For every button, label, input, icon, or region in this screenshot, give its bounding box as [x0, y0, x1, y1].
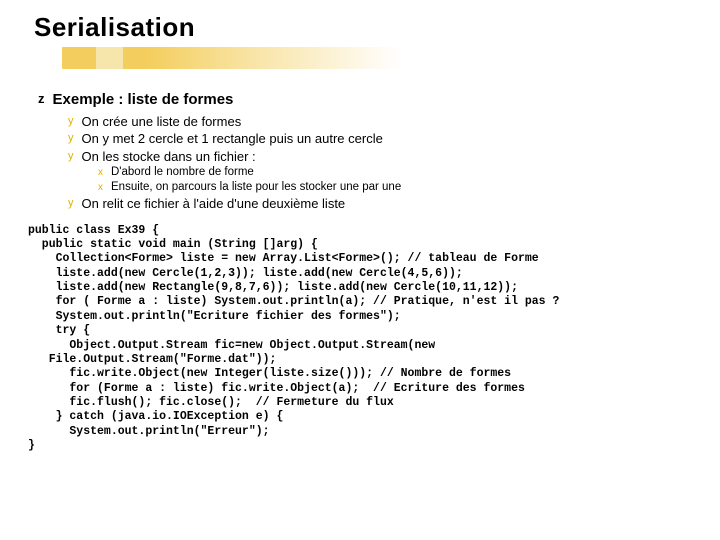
lvl3-text: D'abord le nombre de forme: [111, 166, 254, 178]
lvl2-text: On y met 2 cercle et 1 rectangle puis un…: [82, 131, 383, 146]
square-small-bullet-icon: x: [98, 181, 103, 195]
bullet-level3: x D'abord le nombre de forme: [98, 166, 692, 180]
bullet-level2: y On les stocke dans un fichier :: [68, 149, 692, 164]
lvl2-text: On les stocke dans un fichier :: [82, 149, 256, 164]
arrow-bullet-icon: y: [68, 149, 74, 164]
bullet-level2: y On crée une liste de formes: [68, 114, 692, 129]
lvl2-text: On relit ce fichier à l'aide d'une deuxi…: [82, 196, 346, 211]
square-small-bullet-icon: x: [98, 166, 103, 180]
arrow-bullet-icon: y: [68, 196, 74, 211]
square-bullet-icon: z: [38, 91, 45, 108]
lvl2-text: On crée une liste de formes: [82, 114, 242, 129]
arrow-bullet-icon: y: [68, 114, 74, 129]
bullet-level1: z Exemple : liste de formes: [38, 91, 692, 108]
code-block: public class Ex39 { public static void m…: [28, 224, 692, 454]
lvl1-text: Exemple : liste de formes: [53, 91, 234, 108]
slide: Serialisation z Exemple : liste de forme…: [0, 0, 720, 466]
arrow-bullet-icon: y: [68, 131, 74, 146]
slide-title: Serialisation: [34, 12, 692, 43]
bullet-level2: y On y met 2 cercle et 1 rectangle puis …: [68, 131, 692, 146]
lvl3-text: Ensuite, on parcours la liste pour les s…: [111, 181, 401, 193]
bullet-level2: y On relit ce fichier à l'aide d'une deu…: [68, 196, 692, 211]
accent-stripe: [62, 47, 402, 69]
bullet-level3: x Ensuite, on parcours la liste pour les…: [98, 181, 692, 195]
